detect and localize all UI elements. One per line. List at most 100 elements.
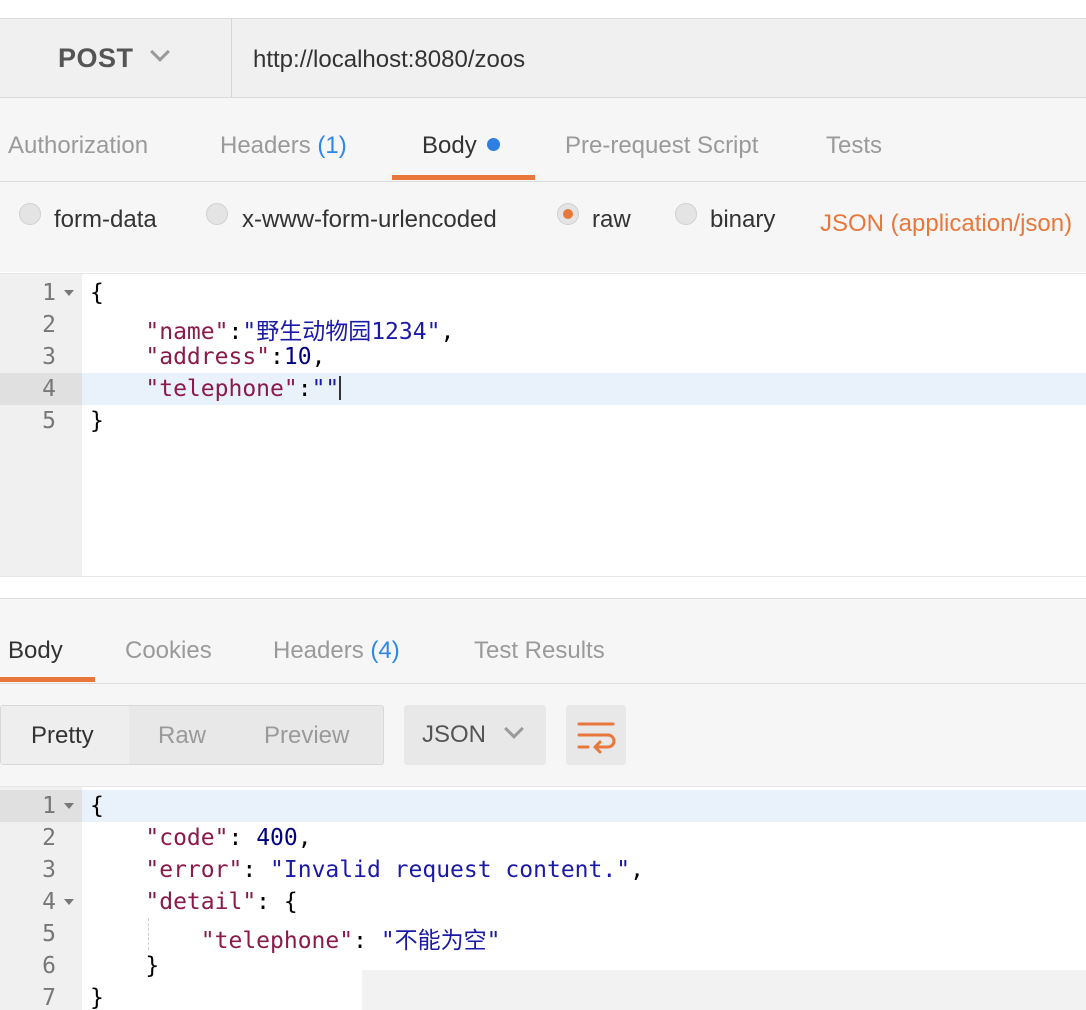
json-key: "address" (145, 344, 271, 370)
response-tab-headers[interactable]: Headers (4) (273, 637, 400, 665)
line-number: 2 (42, 312, 56, 338)
top-strip (0, 0, 1086, 18)
tab-label: Test Results (474, 637, 605, 664)
line-number: 2 (42, 825, 56, 851)
json-punct: , (311, 344, 326, 370)
code-line-active: 4 "telephone":"" (0, 373, 1086, 405)
code-text: "detail": { (90, 889, 298, 915)
json-punct: , (297, 825, 312, 851)
code-text: "telephone":"" (90, 375, 342, 402)
line-number: 5 (42, 408, 56, 434)
line-number: 6 (42, 953, 56, 979)
view-preview-button[interactable]: Preview (264, 722, 349, 750)
active-response-tab-indicator (0, 677, 95, 682)
json-separator: : (228, 825, 257, 851)
chevron-down-icon (150, 42, 170, 62)
json-value: 10 (283, 344, 312, 370)
line-number: 4 (42, 889, 56, 915)
tab-label: Headers (273, 637, 364, 664)
radio-raw[interactable] (557, 203, 579, 225)
json-key: "telephone" (145, 376, 298, 402)
json-punct: , (630, 857, 644, 883)
chevron-down-icon (504, 719, 524, 739)
tab-headers[interactable]: Headers (1) (220, 132, 347, 160)
radio-label-raw: raw (592, 206, 631, 233)
response-headers-count: (4) (370, 637, 400, 664)
json-key: "error" (145, 857, 243, 883)
code-text: "address":10, (90, 344, 325, 370)
format-dropdown[interactable]: JSON (404, 705, 546, 765)
code-text: "code": 400, (90, 825, 312, 851)
code-line: 5 } (0, 405, 1086, 437)
line-number: 5 (42, 921, 56, 947)
code-text: "error": "Invalid request content.", (90, 857, 644, 883)
bottom-overlay (362, 970, 1086, 1010)
line-number: 3 (42, 344, 56, 370)
url-input[interactable]: http://localhost:8080/zoos (253, 46, 525, 74)
method-label: POST (58, 43, 134, 73)
tab-label: Headers (220, 132, 311, 159)
tab-pre-request-script[interactable]: Pre-request Script (565, 132, 758, 160)
code-line: 3 "error": "Invalid request content.", (0, 854, 1086, 886)
code-text: } (90, 985, 104, 1010)
line-number: 7 (42, 985, 56, 1010)
fold-arrow-icon[interactable] (64, 803, 74, 809)
json-separator: : (256, 889, 284, 915)
json-punct: } (145, 953, 160, 979)
tab-label: Tests (826, 132, 883, 159)
code-line: 3 "address":10, (0, 341, 1086, 373)
body-type-selector: form-data x-www-form-urlencoded raw bina… (0, 182, 1086, 272)
code-text: } (90, 953, 159, 979)
json-key: "detail" (145, 889, 257, 915)
tab-label: Cookies (125, 637, 212, 664)
text-cursor (339, 375, 342, 400)
response-tab-test-results[interactable]: Test Results (474, 637, 605, 665)
json-value: "Invalid request content." (270, 857, 631, 883)
line-number: 4 (42, 376, 56, 402)
tab-label: Body (422, 132, 477, 159)
json-value: 400 (256, 825, 298, 851)
headers-count: (1) (317, 132, 347, 159)
radio-label-form-data: form-data (54, 206, 157, 233)
line-number: 1 (42, 793, 56, 819)
modified-dot-icon (486, 138, 500, 152)
json-value: "" (311, 376, 340, 402)
request-tabs: Authorization Headers (1) Body Pre-reque… (0, 98, 1086, 182)
request-body-editor[interactable]: 1 { 2 "name":"野生动物园1234", 3 "address":10… (0, 273, 1086, 577)
view-raw-button[interactable]: Raw (158, 722, 206, 750)
json-punct: { (283, 889, 298, 915)
content-type-dropdown[interactable]: JSON (application/json) (820, 210, 1072, 238)
fold-arrow-icon[interactable] (64, 290, 74, 296)
radio-x-www-form-urlencoded[interactable] (206, 203, 228, 225)
radio-label-binary: binary (710, 206, 776, 233)
json-separator: : (270, 344, 284, 370)
json-key: "code" (145, 825, 229, 851)
response-tab-body[interactable]: Body (8, 637, 63, 665)
code-text: } (90, 408, 104, 434)
active-tab-indicator (392, 175, 535, 180)
fold-arrow-icon[interactable] (64, 899, 74, 905)
tab-tests[interactable]: Tests (826, 132, 882, 160)
radio-binary[interactable] (675, 203, 697, 225)
code-line: 5 "telephone": "不能为空" (0, 918, 1086, 954)
tab-authorization[interactable]: Authorization (8, 132, 148, 160)
view-pretty-button[interactable]: Pretty (31, 722, 94, 750)
code-line-active: 1 { (0, 790, 1086, 822)
response-tabs: Body Cookies Headers (4) Test Results (0, 598, 1086, 684)
code-line: 2 "code": 400, (0, 822, 1086, 854)
radio-form-data[interactable] (19, 203, 41, 225)
code-line: 4 "detail": { (0, 886, 1086, 918)
code-line: 1 { (0, 277, 1086, 309)
method-dropdown[interactable]: POST (0, 19, 232, 97)
tab-body[interactable]: Body (422, 132, 500, 160)
code-text: { (90, 793, 104, 819)
response-tab-cookies[interactable]: Cookies (125, 637, 212, 665)
line-number: 3 (42, 857, 56, 883)
wrap-lines-button[interactable] (566, 705, 626, 765)
json-separator: : (242, 857, 271, 883)
section-gap (0, 578, 1086, 598)
wrap-lines-icon (577, 722, 616, 754)
code-line: 2 "name":"野生动物园1234", (0, 309, 1086, 345)
tab-label: Body (8, 637, 63, 664)
json-separator: : (297, 376, 312, 402)
